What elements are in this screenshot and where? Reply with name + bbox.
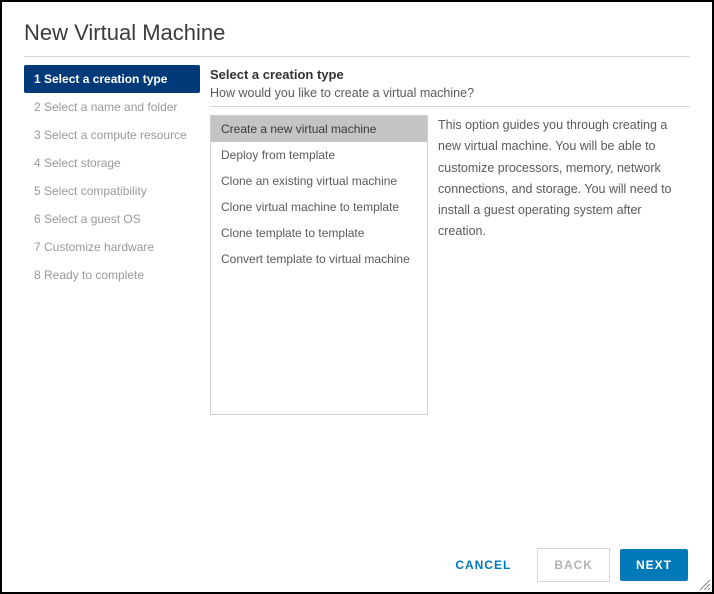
step-3-select-compute-resource[interactable]: 3 Select a compute resource — [24, 121, 200, 149]
panels: Create a new virtual machine Deploy from… — [210, 115, 690, 415]
main-divider — [210, 106, 690, 107]
step-4-select-storage[interactable]: 4 Select storage — [24, 149, 200, 177]
step-2-select-name-folder[interactable]: 2 Select a name and folder — [24, 93, 200, 121]
creation-type-scroll[interactable]: Create a new virtual machine Deploy from… — [211, 116, 427, 414]
main-subheading: How would you like to create a virtual m… — [210, 86, 690, 100]
dialog-content: 1 Select a creation type 2 Select a name… — [24, 65, 690, 415]
step-1-select-creation-type[interactable]: 1 Select a creation type — [24, 65, 200, 93]
step-5-select-compatibility[interactable]: 5 Select compatibility — [24, 177, 200, 205]
option-clone-template-to-template[interactable]: Clone template to template — [211, 220, 427, 246]
step-7-customize-hardware[interactable]: 7 Customize hardware — [24, 233, 200, 261]
option-create-new-vm[interactable]: Create a new virtual machine — [211, 116, 427, 142]
dialog-title: New Virtual Machine — [24, 20, 690, 46]
back-button: BACK — [537, 548, 610, 582]
option-description: This option guides you through creating … — [438, 115, 690, 415]
option-convert-template-to-vm[interactable]: Convert template to virtual machine — [211, 246, 427, 272]
main-panel: Select a creation type How would you lik… — [210, 65, 690, 415]
option-deploy-from-template[interactable]: Deploy from template — [211, 142, 427, 168]
option-clone-existing-vm[interactable]: Clone an existing virtual machine — [211, 168, 427, 194]
dialog-footer: CANCEL BACK NEXT — [439, 548, 688, 582]
step-8-ready-to-complete[interactable]: 8 Ready to complete — [24, 261, 200, 289]
step-6-select-guest-os[interactable]: 6 Select a guest OS — [24, 205, 200, 233]
main-heading: Select a creation type — [210, 67, 690, 82]
option-clone-vm-to-template[interactable]: Clone virtual machine to template — [211, 194, 427, 220]
cancel-button[interactable]: CANCEL — [439, 549, 527, 581]
creation-type-listbox: Create a new virtual machine Deploy from… — [210, 115, 428, 415]
resize-handle-icon[interactable] — [700, 580, 710, 590]
new-vm-dialog: New Virtual Machine 1 Select a creation … — [2, 2, 712, 415]
wizard-steps-sidebar: 1 Select a creation type 2 Select a name… — [24, 65, 200, 415]
title-divider — [24, 56, 690, 57]
next-button[interactable]: NEXT — [620, 549, 688, 581]
